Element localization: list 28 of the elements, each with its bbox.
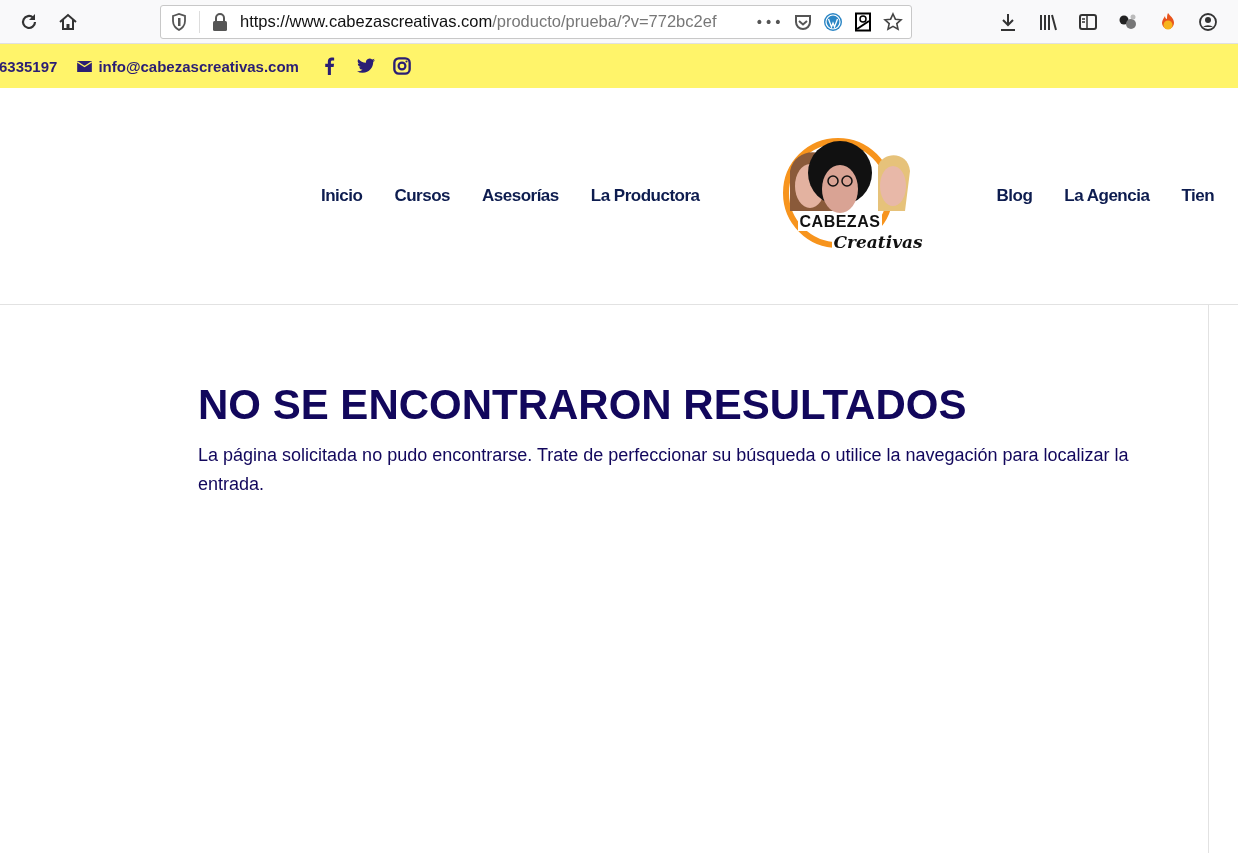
nav-link[interactable]: Asesorías bbox=[482, 186, 559, 206]
twitter-icon[interactable] bbox=[356, 57, 375, 75]
account-icon[interactable] bbox=[1198, 11, 1218, 32]
nav-link[interactable]: Cursos bbox=[394, 186, 450, 206]
nav-link[interactable]: Blog bbox=[996, 186, 1033, 206]
nav-link[interactable]: Tien bbox=[1181, 186, 1214, 206]
more-actions-button[interactable]: ••• bbox=[755, 13, 783, 30]
instagram-icon[interactable] bbox=[392, 57, 411, 75]
home-icon[interactable] bbox=[58, 11, 78, 32]
nav-link[interactable]: Inicio bbox=[321, 186, 363, 206]
nav-link[interactable]: La Agencia bbox=[1064, 186, 1150, 206]
url-text[interactable]: https://www.cabezascreativas.com/producto/prueba/?v=772bc2ef bbox=[240, 12, 746, 31]
nav-link[interactable]: La Productora bbox=[590, 186, 700, 206]
shield-icon[interactable] bbox=[169, 11, 189, 32]
logo-wordmark: CABEZAS bbox=[797, 213, 883, 231]
email-link[interactable]: info@cabezascreativas.com bbox=[98, 57, 299, 75]
envelope-icon bbox=[77, 60, 93, 72]
phone-number[interactable]: 6335197 bbox=[0, 57, 58, 75]
sidebar-icon[interactable] bbox=[1078, 11, 1098, 32]
star-icon[interactable] bbox=[883, 11, 903, 32]
note-edit-icon[interactable] bbox=[853, 11, 873, 32]
site-logo[interactable]: CABEZAS Creativas bbox=[769, 131, 935, 261]
wordpress-icon[interactable] bbox=[823, 11, 843, 32]
not-found-message: La página solicitada no pudo encontrarse. Trate de perfeccionar su búsqueda o utilice la navegación para localizar la entrada. bbox=[198, 444, 1130, 496]
lock-icon bbox=[210, 11, 230, 32]
address-bar[interactable]: https://www.cabezascreativas.com/producto/prueba/?v=772bc2ef ••• bbox=[160, 4, 912, 39]
download-icon[interactable] bbox=[998, 11, 1018, 32]
page-heading: NO SE ENCONTRARON RESULTADOS bbox=[198, 381, 968, 429]
